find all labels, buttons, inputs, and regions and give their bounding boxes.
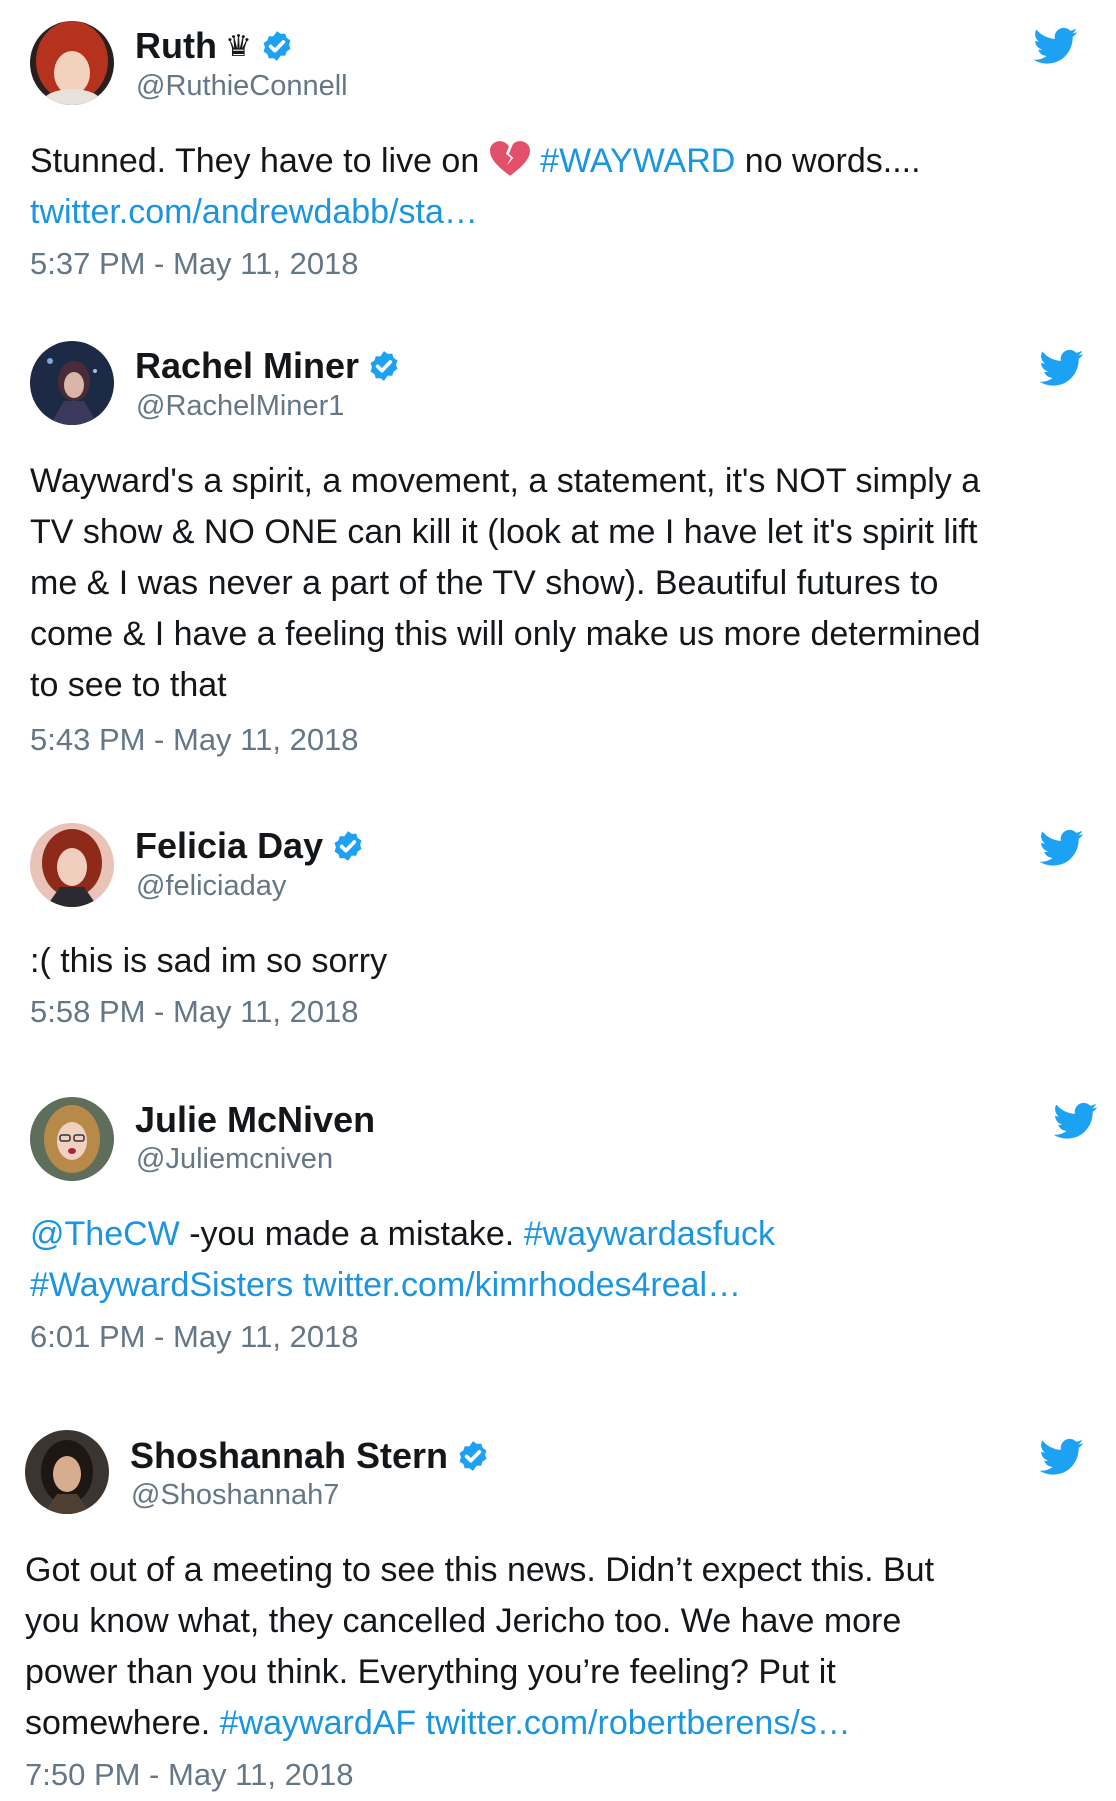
tweet-text: Wayward's a spirit, a movement, a statem… (30, 462, 981, 704)
user-handle[interactable]: @RachelMiner1 (136, 390, 344, 423)
hashtag-link[interactable]: #waywardAF (220, 1704, 417, 1742)
timestamp[interactable]: 5:37 PM - May 11, 2018 (30, 246, 359, 282)
user-handle[interactable]: @feliciaday (136, 870, 286, 903)
avatar[interactable] (30, 21, 114, 105)
avatar[interactable] (25, 1430, 109, 1514)
timestamp[interactable]: 5:43 PM - May 11, 2018 (30, 722, 359, 758)
avatar[interactable] (30, 341, 114, 425)
verified-badge-icon (367, 349, 401, 383)
display-name[interactable]: Felicia Day (135, 825, 323, 867)
tweet-ruth[interactable]: Ruth ♛ @RuthieConnell Stunned. They have… (0, 0, 1116, 290)
tweet-shoshannah-stern[interactable]: Shoshannah Stern @Shoshannah7 Got out of… (0, 1415, 1116, 1801)
tweet-link[interactable]: twitter.com/robertberens/s… (426, 1704, 851, 1742)
tweet-text: Stunned. They have to live on #WAYWARD n… (30, 136, 921, 238)
display-name-row: Julie McNiven (135, 1099, 375, 1141)
verified-badge-icon (260, 29, 294, 63)
tweet-text: @TheCW -you made a mistake. #waywardasfu… (30, 1215, 776, 1304)
tweet-julie-mcniven[interactable]: Julie McNiven @Juliemcniven @TheCW -you … (0, 1085, 1116, 1385)
tweet-text: :( this is sad im so sorry (30, 942, 388, 980)
tweet-felicia-day[interactable]: Felicia Day @feliciaday :( this is sad i… (0, 810, 1116, 1050)
tweet-rachel-miner[interactable]: Rachel Miner @RachelMiner1 Wayward's a s… (0, 330, 1116, 770)
display-name[interactable]: Julie McNiven (135, 1099, 375, 1141)
user-handle[interactable]: @RuthieConnell (136, 70, 348, 103)
verified-badge-icon (456, 1439, 490, 1473)
hashtag-link[interactable]: #waywardasfuck (524, 1215, 775, 1253)
display-name[interactable]: Rachel Miner (135, 345, 359, 387)
twitter-bird-icon[interactable] (1034, 26, 1078, 66)
twitter-bird-icon[interactable] (1040, 828, 1084, 868)
display-name-row: Rachel Miner (135, 345, 401, 387)
user-handle[interactable]: @Juliemcniven (136, 1143, 333, 1176)
verified-badge-icon (331, 829, 365, 863)
tweet-link[interactable]: twitter.com/andrewdabb/sta… (30, 187, 921, 238)
mention-link[interactable]: @TheCW (30, 1215, 180, 1253)
broken-heart-emoji-icon (489, 141, 530, 176)
hashtag-link[interactable]: #WAYWARD (540, 142, 735, 180)
timestamp[interactable]: 6:01 PM - May 11, 2018 (30, 1319, 359, 1355)
display-name[interactable]: Shoshannah Stern (130, 1435, 448, 1477)
timestamp[interactable]: 5:58 PM - May 11, 2018 (30, 994, 359, 1030)
display-name[interactable]: Ruth (135, 25, 217, 67)
avatar[interactable] (30, 823, 114, 907)
display-name-row: Ruth ♛ (135, 25, 294, 67)
twitter-bird-icon[interactable] (1040, 348, 1084, 388)
timestamp[interactable]: 7:50 PM - May 11, 2018 (25, 1757, 354, 1793)
display-name-row: Shoshannah Stern (130, 1435, 490, 1477)
display-name-row: Felicia Day (135, 825, 365, 867)
hashtag-link[interactable]: #WaywardSisters (30, 1266, 293, 1304)
tweet-text: Got out of a meeting to see this news. D… (25, 1551, 935, 1742)
crown-icon: ♛ (224, 29, 252, 63)
avatar[interactable] (30, 1097, 114, 1181)
user-handle[interactable]: @Shoshannah7 (131, 1479, 339, 1512)
twitter-bird-icon[interactable] (1054, 1101, 1098, 1141)
twitter-bird-icon[interactable] (1040, 1437, 1084, 1477)
tweet-link[interactable]: twitter.com/kimrhodes4real… (303, 1266, 741, 1304)
